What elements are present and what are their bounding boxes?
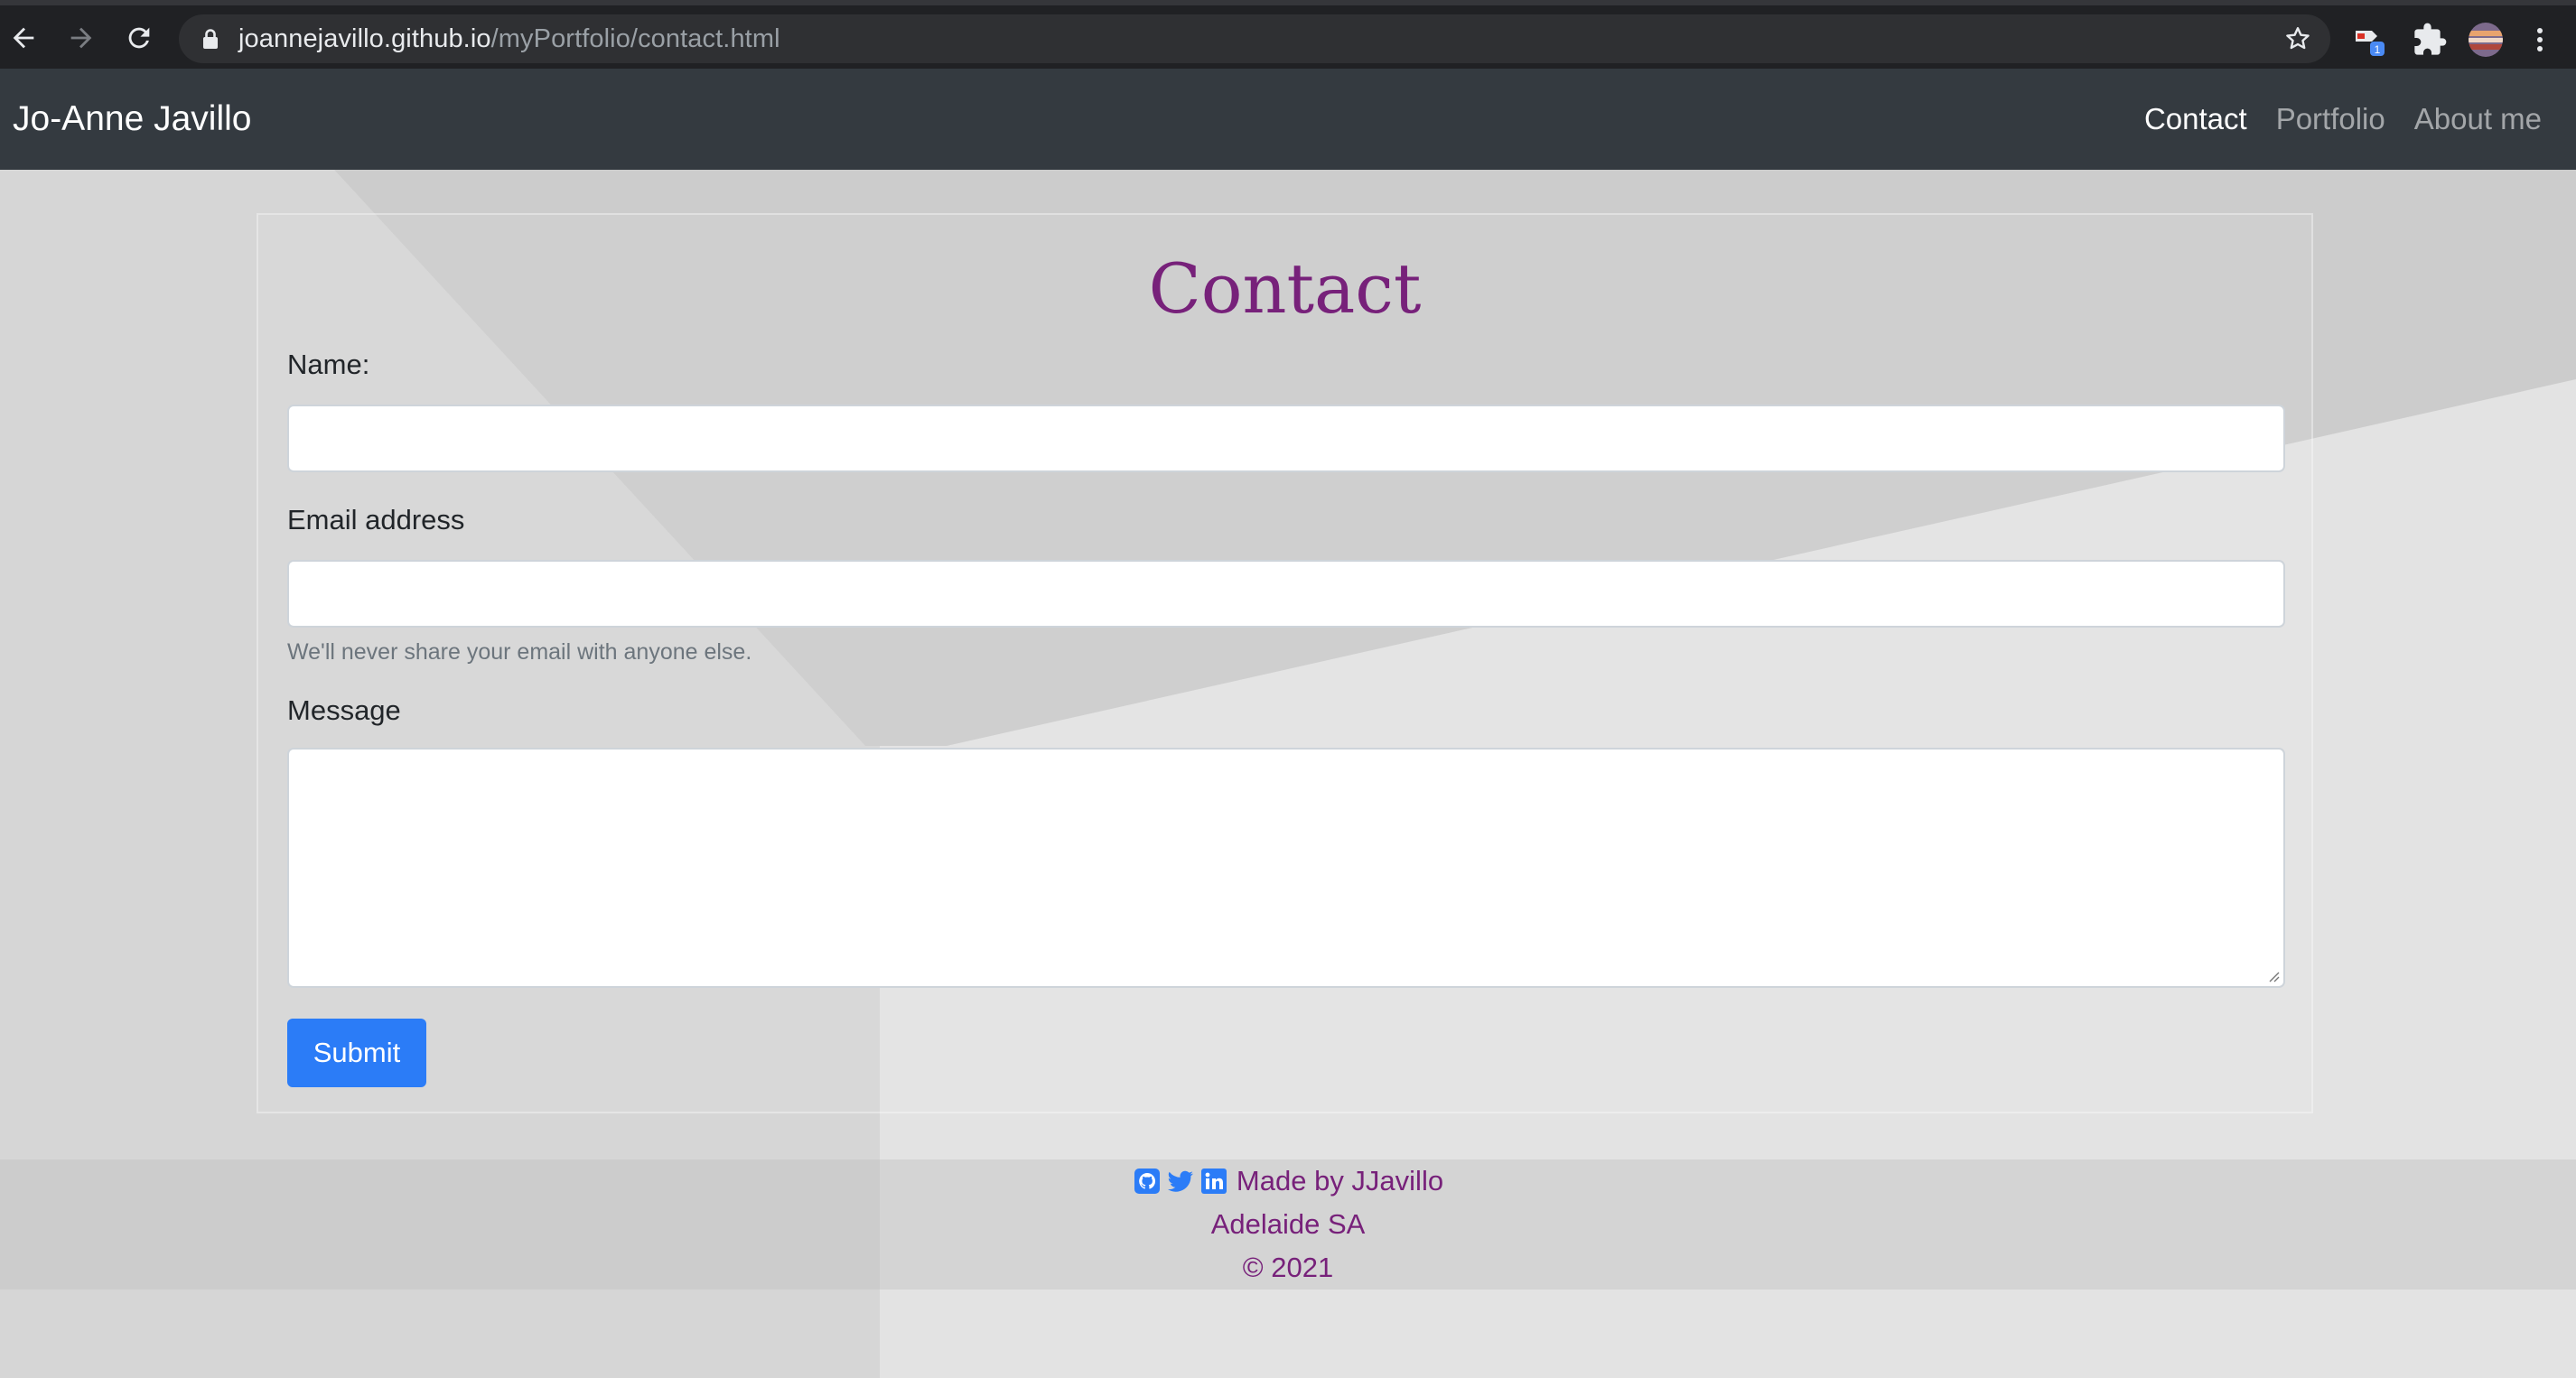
name-input[interactable] — [287, 405, 2285, 472]
kebab-menu-icon — [2537, 28, 2543, 51]
url-host: joannejavillo.github.io — [238, 24, 491, 53]
nav-links: Contact Portfolio About me — [2115, 69, 2542, 170]
resize-grip-icon[interactable] — [2267, 970, 2280, 982]
back-button[interactable] — [4, 18, 43, 58]
message-textarea[interactable] — [287, 748, 2285, 988]
github-icon[interactable] — [1133, 1167, 1162, 1196]
email-help-text: We'll never share your email with anyone… — [287, 639, 752, 665]
lock-icon — [203, 29, 218, 49]
extension-badge: 1 — [2375, 43, 2381, 56]
profile-avatar-icon — [2469, 23, 2503, 57]
address-bar[interactable]: joannejavillo.github.io/myPortfolio/cont… — [179, 14, 2330, 63]
site-navbar: Jo-Anne Javillo Contact Portfolio About … — [0, 69, 2576, 170]
nav-about-link[interactable]: About me — [2414, 102, 2542, 136]
submit-button[interactable]: Submit — [287, 1019, 426, 1087]
extension-flag-icon: 1 — [2356, 31, 2385, 56]
extensions-menu-button[interactable] — [2412, 22, 2448, 58]
page-title: Contact — [1148, 248, 1422, 329]
email-input[interactable] — [287, 560, 2285, 628]
name-label: Name: — [287, 349, 370, 380]
footer-credit-line: Made by JJavillo — [0, 1159, 2576, 1203]
location-text: Adelaide SA — [1210, 1208, 1366, 1240]
url-text: joannejavillo.github.io/myPortfolio/cont… — [238, 14, 780, 63]
copyright-text: © 2021 — [1242, 1252, 1334, 1283]
browser-toolbar: joannejavillo.github.io/myPortfolio/cont… — [0, 0, 2576, 69]
site-footer: Made by JJavillo Adelaide SA © 2021 — [0, 1159, 2576, 1290]
credit-text: Made by JJavillo — [1236, 1165, 1444, 1196]
twitter-icon[interactable] — [1166, 1167, 1195, 1196]
profile-avatar[interactable] — [2468, 22, 2504, 58]
contact-form-card: Contact Name: Email address We'll never … — [257, 213, 2313, 1113]
bookmark-star-icon[interactable] — [2283, 24, 2312, 53]
forward-arrow-icon — [70, 27, 92, 49]
brand-link[interactable]: Jo-Anne Javillo — [13, 69, 251, 170]
back-arrow-icon — [13, 27, 34, 49]
puzzle-icon — [2414, 23, 2447, 55]
reload-button[interactable] — [119, 18, 159, 58]
reload-icon — [128, 27, 150, 49]
forward-button[interactable] — [61, 18, 101, 58]
browser-menu-button[interactable] — [2529, 22, 2551, 58]
email-label: Email address — [287, 504, 465, 535]
linkedin-icon[interactable] — [1199, 1167, 1228, 1196]
nav-portfolio-link[interactable]: Portfolio — [2276, 102, 2385, 136]
extension-button[interactable]: 1 — [2352, 22, 2388, 58]
message-label: Message — [287, 694, 401, 726]
nav-contact-link[interactable]: Contact — [2144, 102, 2247, 136]
url-path: /myPortfolio/contact.html — [490, 24, 780, 53]
